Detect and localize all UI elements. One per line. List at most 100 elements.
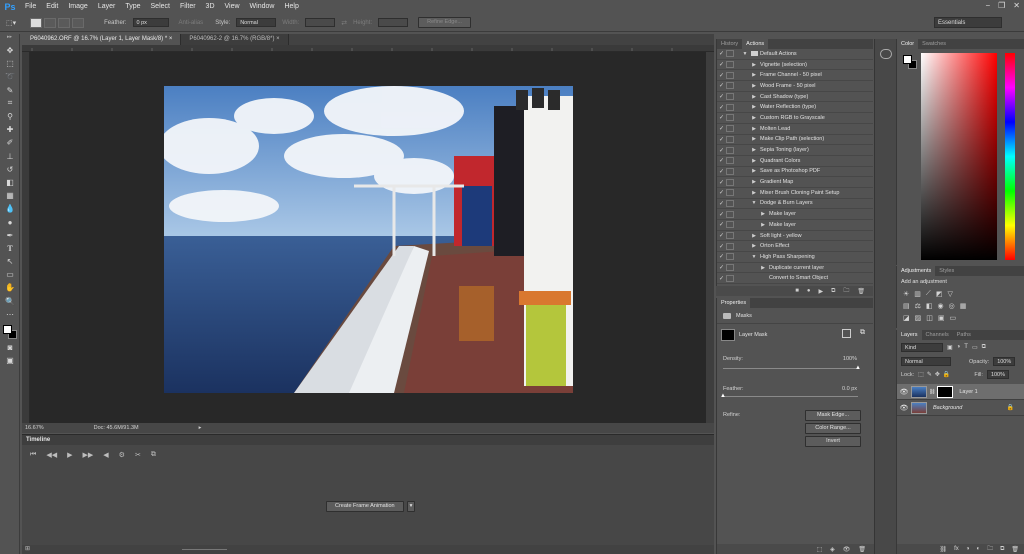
maximize-button[interactable]: ❐	[998, 1, 1005, 10]
transition-icon[interactable]: ⧉	[151, 451, 156, 459]
play-icon[interactable]: ▶	[67, 451, 72, 459]
action-row[interactable]: ✓ ▼ Dodge & Burn Layers	[717, 199, 873, 210]
curves-icon[interactable]: ⟋	[926, 290, 931, 298]
action-row[interactable]: ✓ ▶ Orton Effect	[717, 241, 873, 253]
layer-style-icon[interactable]: fx	[954, 546, 959, 552]
action-row[interactable]: ✓ ▶ Custom RGB to Grayscale	[717, 113, 873, 124]
layer-mask-thumbnail[interactable]	[721, 329, 735, 341]
tab-close-icon[interactable]: ×	[276, 36, 280, 42]
canvas-scrollbar[interactable]	[706, 52, 714, 423]
tab-swatches[interactable]: Swatches	[918, 39, 950, 49]
delete-mask-icon[interactable]: 🗑	[858, 546, 866, 553]
action-toggle-check-icon[interactable]: ✓	[717, 179, 726, 186]
action-toggle-check-icon[interactable]: ✓	[717, 104, 726, 111]
first-frame-icon[interactable]: ⏮	[30, 451, 36, 459]
action-row[interactable]: ✓ ▼ Default Actions	[717, 49, 873, 60]
collapsed-triangle-icon[interactable]: ▶	[750, 115, 758, 121]
color-lookup-icon[interactable]: ▦	[960, 302, 967, 310]
action-dialog-toggle-icon[interactable]	[726, 114, 734, 122]
layer-row-layer-1[interactable]: 👁 ⛓ Layer 1	[897, 384, 1024, 400]
action-row[interactable]: ✓ ▼ High Pass Sharpening	[717, 252, 873, 263]
add-selection-button[interactable]	[44, 17, 57, 28]
ruler-vertical[interactable]	[22, 52, 30, 423]
filter-type-icon[interactable]: T	[964, 344, 968, 351]
exposure-icon[interactable]: ◩	[936, 290, 943, 298]
threshold-icon[interactable]: ◫	[926, 314, 933, 322]
action-row[interactable]: ✓ ▶ Quadrant Colors	[717, 156, 873, 167]
action-dialog-toggle-icon[interactable]	[726, 274, 734, 282]
cruise-ship-photo[interactable]	[164, 86, 573, 393]
brush-tool-icon[interactable]: ✐	[0, 136, 20, 149]
action-toggle-check-icon[interactable]: ✓	[717, 147, 726, 154]
new-adjustment-layer-icon[interactable]: ◐	[976, 546, 980, 552]
menu-type[interactable]: Type	[120, 0, 145, 14]
action-row[interactable]: ✓ ▶ Wood Frame - 50 pixel	[717, 81, 873, 92]
tab-paths[interactable]: Paths	[953, 330, 975, 340]
history-panel-icon[interactable]	[879, 49, 892, 59]
action-dialog-toggle-icon[interactable]	[726, 210, 734, 218]
collapsed-triangle-icon[interactable]: ▶	[750, 136, 758, 142]
action-row[interactable]: ✓ ▶ Gradient Map	[717, 177, 873, 188]
layer-name[interactable]: Background	[933, 405, 962, 411]
clone-stamp-tool-icon[interactable]: ⊥	[0, 150, 20, 163]
filter-smart-icon[interactable]: ⧉	[982, 344, 986, 351]
screen-mode-icon[interactable]: ▣	[0, 354, 20, 367]
apply-mask-icon[interactable]: ◈	[830, 546, 835, 553]
action-dialog-toggle-icon[interactable]	[726, 61, 734, 69]
collapsed-triangle-icon[interactable]: ▶	[759, 222, 767, 228]
refine-edge-button[interactable]: Refine Edge...	[418, 17, 471, 28]
load-selection-icon[interactable]: ⬚	[816, 546, 822, 553]
subtract-selection-button[interactable]	[58, 17, 71, 28]
gradient-map-icon[interactable]: ▭	[950, 314, 957, 322]
animation-mode-dropdown[interactable]: ▾	[406, 501, 416, 512]
tab-color[interactable]: Color	[897, 39, 919, 49]
blur-tool-icon[interactable]: 💧	[0, 202, 20, 215]
collapsed-triangle-icon[interactable]: ▶	[750, 168, 758, 174]
hand-tool-icon[interactable]: ✋	[0, 281, 20, 294]
tab-properties[interactable]: Properties	[717, 298, 751, 308]
document-tab[interactable]: P6040962-2 @ 16.7% (RGB/8*) ×	[181, 34, 289, 45]
action-row[interactable]: ✓ ▶ Molten Lead	[717, 124, 873, 135]
feather-slider-handle[interactable]: ▲	[720, 393, 726, 399]
path-selection-tool-icon[interactable]: ↖	[0, 255, 20, 268]
expanded-triangle-icon[interactable]: ▼	[741, 51, 749, 57]
menu-window[interactable]: Window	[245, 0, 280, 14]
action-dialog-toggle-icon[interactable]	[726, 189, 734, 197]
menu-layer[interactable]: Layer	[93, 0, 121, 14]
action-dialog-toggle-icon[interactable]	[726, 71, 734, 79]
tab-adjustments[interactable]: Adjustments	[897, 266, 936, 276]
new-selection-button[interactable]	[30, 17, 43, 28]
prev-frame-icon[interactable]: ◀◀	[46, 451, 57, 459]
quick-mask-icon[interactable]: ◙	[0, 341, 20, 354]
posterize-icon[interactable]: ▨	[915, 314, 922, 322]
filter-shape-icon[interactable]: ▭	[972, 344, 978, 351]
action-dialog-toggle-icon[interactable]	[726, 167, 734, 175]
dodge-tool-icon[interactable]: ●	[0, 215, 20, 228]
healing-brush-tool-icon[interactable]: ✚	[0, 123, 20, 136]
expanded-triangle-icon[interactable]: ▼	[750, 200, 758, 206]
marquee-tool-icon[interactable]: ⬚	[0, 57, 20, 70]
new-set-icon[interactable]: ⧉	[831, 288, 835, 295]
collapsed-triangle-icon[interactable]: ▶	[750, 72, 758, 78]
action-row[interactable]: ✓ ▶ Duplicate current layer	[717, 263, 873, 274]
menu-select[interactable]: Select	[146, 0, 175, 14]
zoom-level[interactable]: 16.67%	[25, 425, 44, 431]
quick-selection-tool-icon[interactable]: ✎	[0, 84, 20, 97]
workspace-select[interactable]: Essentials	[934, 17, 1002, 28]
foreground-color-swatch[interactable]	[3, 324, 12, 334]
action-row[interactable]: ✓ ▶ Frame Channel - 50 pixel	[717, 70, 873, 82]
action-dialog-toggle-icon[interactable]	[726, 50, 734, 58]
menu-view[interactable]: View	[220, 0, 245, 14]
intersect-selection-button[interactable]	[72, 17, 85, 28]
document-tab-active[interactable]: P6040962.ORF @ 16.7% (Layer 1, Layer Mas…	[22, 34, 182, 45]
density-value[interactable]: 100%	[843, 356, 857, 362]
invert-adjustment-icon[interactable]: ◪	[903, 314, 910, 322]
action-toggle-check-icon[interactable]: ✓	[717, 93, 726, 100]
action-dialog-toggle-icon[interactable]	[726, 135, 734, 143]
action-row[interactable]: ✓ ▶ Mixer Brush Cloning Paint Setup	[717, 188, 873, 199]
action-row[interactable]: ✓ ▶ Save as Photoshop PDF	[717, 167, 873, 178]
action-toggle-check-icon[interactable]: ✓	[717, 232, 726, 239]
action-dialog-toggle-icon[interactable]	[726, 178, 734, 186]
feather-slider[interactable]	[723, 396, 858, 397]
menu-help[interactable]: Help	[279, 0, 303, 14]
